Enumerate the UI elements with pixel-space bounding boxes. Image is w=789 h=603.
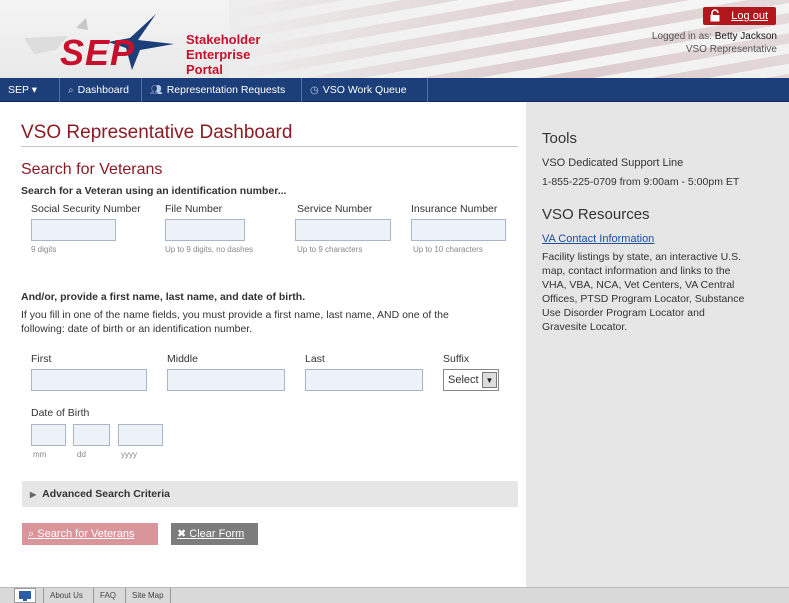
name-search-subhead: And/or, provide a first name, last name,…	[21, 291, 306, 303]
service-number-label: Service Number	[297, 203, 373, 215]
insurance-number-hint: Up to 10 characters	[413, 245, 483, 254]
advanced-search-toggle[interactable]: ▶ Advanced Search Criteria	[22, 481, 518, 507]
ssn-hint: 9 digits	[31, 245, 57, 254]
dob-day-hint: dd	[77, 450, 86, 459]
people-icon: 👥︎	[150, 85, 163, 96]
middle-name-label: Middle	[167, 353, 198, 365]
user-role: VSO Representative	[685, 44, 777, 55]
search-icon: ⌕	[68, 85, 74, 96]
portal-title: Stakeholder Enterprise Portal	[186, 32, 261, 77]
name-help-text: If you fill in one of the name fields, y…	[21, 309, 449, 335]
nav-representation-requests[interactable]: 👥︎ Representation Requests	[142, 78, 302, 102]
footer-site-map[interactable]: Site Map	[125, 588, 170, 603]
suffix-label: Suffix	[443, 353, 470, 365]
file-number-hint: Up to 9 digits, no dashes	[165, 245, 254, 254]
support-line-label: VSO Dedicated Support Line	[542, 157, 684, 169]
header: SEP Stakeholder Enterprise Portal Log ou…	[0, 0, 789, 78]
close-icon: ✖	[177, 528, 187, 540]
footer-about-us[interactable]: About Us	[43, 588, 89, 603]
insurance-number-label: Insurance Number	[411, 203, 498, 215]
nav-dashboard[interactable]: ⌕ Dashboard	[60, 78, 142, 102]
service-number-hint: Up to 9 characters	[297, 245, 363, 254]
clock-icon: ◷	[310, 85, 319, 96]
sidebar: Tools VSO Dedicated Support Line 1-855-2…	[526, 102, 789, 587]
search-veterans-button[interactable]: ⌕ Search for Veterans	[22, 523, 158, 545]
id-search-subhead: Search for a Veteran using an identifica…	[21, 185, 287, 197]
va-contact-description: Facility listings by state, an interacti…	[542, 251, 745, 333]
search-icon: ⌕	[28, 528, 35, 540]
file-number-input[interactable]	[165, 219, 245, 241]
search-title: Search for Veterans	[21, 161, 163, 178]
chevron-right-icon: ▶	[30, 490, 37, 499]
monitor-icon[interactable]	[14, 588, 36, 603]
suffix-select[interactable]: Select ▼	[443, 369, 499, 391]
page-title: VSO Representative Dashboard	[21, 122, 293, 143]
clear-form-button[interactable]: ✖ Clear Form	[171, 523, 258, 545]
user-name: Betty Jackson	[714, 31, 777, 42]
main-nav: SEP ▾ ⌕ Dashboard 👥︎ Representation Reques…	[0, 78, 789, 102]
logo-text: SEP	[60, 32, 136, 73]
tools-heading: Tools	[542, 130, 578, 147]
footer: About Us FAQ Site Map	[0, 587, 789, 603]
nav-sep-menu[interactable]: SEP ▾	[0, 78, 60, 102]
resources-heading: VSO Resources	[542, 206, 650, 223]
service-number-input[interactable]	[295, 219, 391, 241]
ssn-input[interactable]	[31, 219, 116, 241]
footer-faq[interactable]: FAQ	[93, 588, 122, 603]
chevron-down-icon: ▼	[482, 372, 497, 388]
divider	[21, 146, 518, 147]
nav-vso-work-queue[interactable]: ◷ VSO Work Queue	[302, 78, 428, 102]
middle-name-input[interactable]	[167, 369, 285, 391]
logged-in-info: Logged in as: Betty Jackson VSO Represen…	[651, 31, 777, 55]
insurance-number-input[interactable]	[411, 219, 506, 241]
dob-year-input[interactable]	[118, 424, 163, 446]
sep-logo[interactable]: SEP Stakeholder Enterprise Portal	[16, 10, 276, 77]
dob-month-hint: mm	[33, 450, 47, 459]
dob-day-input[interactable]	[73, 424, 110, 446]
file-number-label: File Number	[165, 203, 223, 215]
dob-label: Date of Birth	[31, 407, 90, 419]
dob-year-hint: yyyy	[121, 450, 137, 459]
dob-month-input[interactable]	[31, 424, 66, 446]
lock-icon	[710, 9, 720, 22]
support-line-detail: 1-855-225-0709 from 9:00am - 5:00pm ET	[542, 176, 740, 188]
ssn-label: Social Security Number	[31, 203, 141, 215]
logout-button[interactable]: Log out	[703, 7, 776, 25]
last-name-input[interactable]	[305, 369, 423, 391]
first-name-label: First	[31, 353, 52, 365]
last-name-label: Last	[305, 353, 325, 365]
va-contact-link[interactable]: VA Contact Information	[542, 233, 654, 245]
first-name-input[interactable]	[31, 369, 147, 391]
logout-label: Log out	[731, 10, 768, 22]
